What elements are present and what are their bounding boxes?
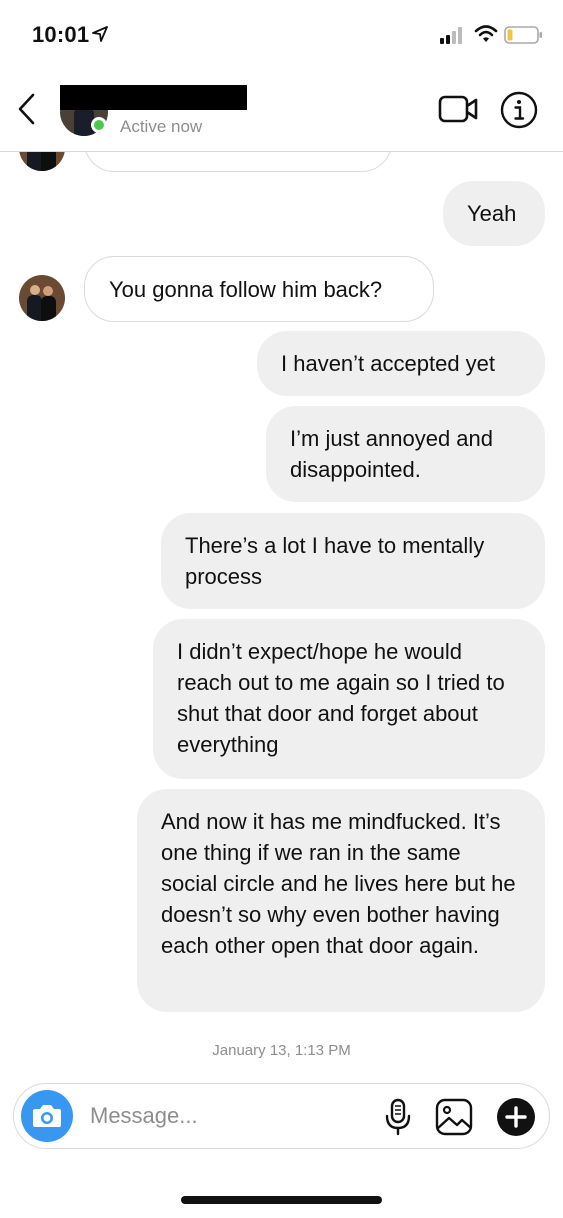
info-icon[interactable] <box>500 91 538 129</box>
plus-icon <box>505 1106 527 1128</box>
more-options-button[interactable] <box>497 1098 535 1136</box>
message-bubble-sent[interactable]: There’s a lot I have to mentally process <box>161 513 545 609</box>
message-bubble-sent[interactable]: Yeah <box>443 181 545 246</box>
active-status-text: Active now <box>120 117 203 136</box>
battery-icon <box>504 26 542 44</box>
sender-avatar[interactable] <box>19 275 65 321</box>
video-call-icon[interactable] <box>438 94 478 124</box>
message-text: There’s a lot I have to mentally process <box>185 533 485 589</box>
message-thread[interactable]: Yeah You gonna follow him back? I haven’… <box>0 152 563 1077</box>
camera-icon <box>33 1105 61 1127</box>
message-bubble-sent[interactable]: And now it has me mindfucked. It’s one t… <box>137 789 545 1012</box>
message-composer <box>13 1083 550 1149</box>
message-text: Yeah <box>467 201 517 226</box>
sender-avatar[interactable] <box>19 152 65 171</box>
message-text: You gonna follow him back? <box>109 277 383 302</box>
home-indicator[interactable] <box>181 1196 382 1204</box>
back-chevron-icon[interactable] <box>14 92 40 126</box>
location-arrow-icon <box>92 26 108 42</box>
microphone-icon[interactable] <box>383 1098 413 1136</box>
message-timestamp: January 13, 1:13 PM <box>212 1042 351 1059</box>
message-bubble-received[interactable] <box>84 152 392 172</box>
chat-header: Active now <box>0 68 563 152</box>
active-status-dot <box>91 117 107 133</box>
camera-button[interactable] <box>21 1090 73 1142</box>
status-time: 10:01 <box>32 22 90 47</box>
message-text: I’m just annoyed and disappointed. <box>290 426 494 482</box>
message-bubble-received[interactable]: You gonna follow him back? <box>84 256 434 322</box>
status-bar: 10:01 <box>0 0 563 68</box>
message-input[interactable] <box>90 1098 370 1134</box>
wifi-icon <box>474 25 498 42</box>
message-text: I haven’t accepted yet <box>281 351 496 376</box>
signal-icon <box>440 27 462 44</box>
message-bubble-sent[interactable]: I’m just annoyed and disappointed. <box>266 406 545 502</box>
message-text: I didn’t expect/hope he would reach out … <box>177 639 505 757</box>
message-text: And now it has me mindfucked. It’s one t… <box>161 809 516 958</box>
message-bubble-sent[interactable]: I haven’t accepted yet <box>257 331 545 396</box>
message-bubble-sent[interactable]: I didn’t expect/hope he would reach out … <box>153 619 545 779</box>
redacted-username <box>60 85 247 110</box>
gallery-icon[interactable] <box>435 1098 473 1136</box>
